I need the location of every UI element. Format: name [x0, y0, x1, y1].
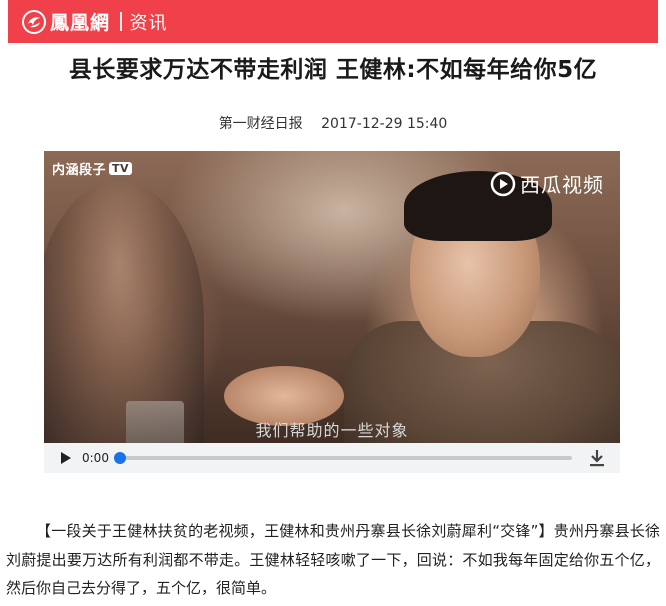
site-logo[interactable]: 鳳凰網 — [22, 8, 110, 35]
watermark-right: 西瓜视频 — [490, 169, 604, 198]
article-meta: 第一财经日报 2017-12-29 15:40 — [0, 113, 666, 133]
phoenix-logo-icon — [22, 9, 46, 34]
article-datetime: 2017-12-29 15:40 — [321, 116, 448, 132]
article-paragraph: 【一段关于王健林扶贫的老视频，王健林和贵州丹寨县长徐刘蔚犀利“交锋”】贵州丹寨县… — [6, 522, 660, 597]
seek-bar[interactable] — [114, 452, 572, 464]
download-icon — [590, 450, 604, 467]
play-icon — [61, 452, 71, 464]
video-controls: 0:00 — [44, 443, 620, 473]
header-divider — [120, 12, 122, 31]
watermark-tv-badge: TV — [109, 162, 133, 175]
site-header: 鳳凰網 资讯 — [8, 0, 658, 43]
video-subtitle: 我们帮助的一些对象 — [255, 421, 409, 440]
current-time: 0:00 — [82, 451, 109, 465]
watermark-right-text: 西瓜视频 — [520, 173, 604, 197]
watermark-left-text: 内涵段子 — [52, 163, 107, 178]
seek-thumb[interactable] — [114, 452, 126, 464]
video-frame[interactable]: 内涵段子 TV 西瓜视频 我们帮助的一些对象 — [44, 151, 620, 443]
watermark-left: 内涵段子 TV — [52, 159, 133, 178]
xigua-logo-icon — [490, 171, 516, 196]
article-source: 第一财经日报 — [218, 116, 303, 132]
play-button[interactable] — [56, 448, 76, 468]
article-title: 县长要求万达不带走利润 王健林:不如每年给你5亿 — [68, 57, 598, 83]
section-link[interactable]: 资讯 — [130, 9, 168, 35]
download-button[interactable] — [586, 447, 608, 469]
brand-name: 鳳凰網 — [50, 12, 111, 34]
